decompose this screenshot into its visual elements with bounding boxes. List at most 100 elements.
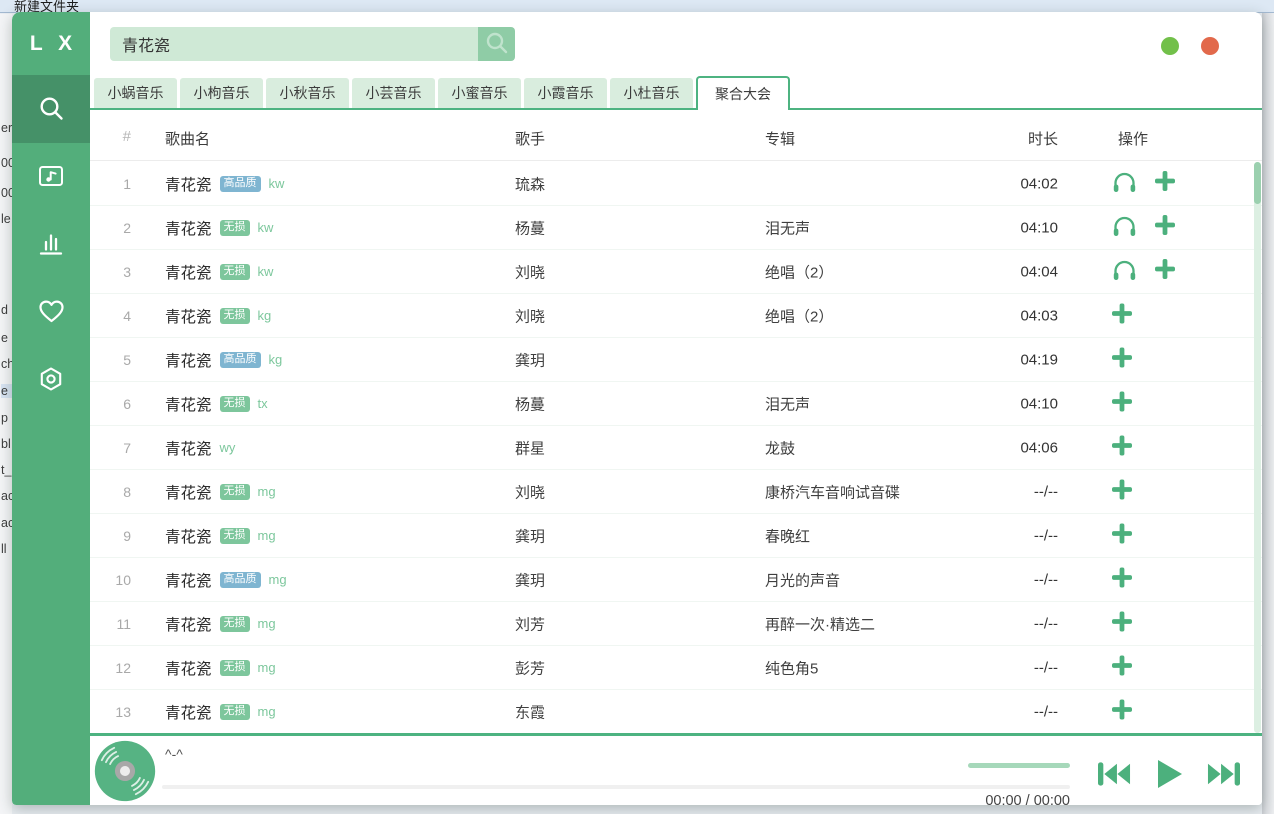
add-icon[interactable] — [1112, 699, 1132, 724]
row-number: 13 — [90, 704, 131, 720]
song-name-cell: 青花瓷 无损 mg — [165, 657, 276, 679]
sidebar-item-leaderboard[interactable] — [12, 210, 90, 278]
song-row[interactable]: 8 青花瓷 无损 mg 刘晓 康桥汽车音响试音碟 --/-- — [90, 470, 1262, 514]
actions-cell — [1112, 214, 1175, 242]
source-tab[interactable]: 小杜音乐 — [610, 78, 693, 108]
album-cell: 泪无声 — [765, 217, 810, 238]
source-tab[interactable]: 聚合大会 — [696, 76, 790, 110]
song-row[interactable]: 1 青花瓷 高品质 kw 琉森 04:02 — [90, 162, 1262, 206]
song-row[interactable]: 5 青花瓷 高品质 kg 龚玥 04:19 — [90, 338, 1262, 382]
listen-icon[interactable] — [1112, 170, 1137, 198]
song-name-cell: 青花瓷 高品质 kg — [165, 349, 282, 371]
next-button[interactable] — [1207, 760, 1240, 793]
background-text-fragment: 00 — [1, 156, 12, 170]
source-tag: mg — [258, 660, 276, 675]
background-text-fragment: bl — [1, 437, 11, 451]
album-cell: 泪无声 — [765, 393, 810, 414]
source-tag: mg — [269, 572, 287, 587]
add-icon[interactable] — [1112, 523, 1132, 548]
add-icon[interactable] — [1155, 215, 1175, 240]
play-button[interactable] — [1151, 756, 1187, 797]
add-icon[interactable] — [1112, 655, 1132, 680]
song-row[interactable]: 2 青花瓷 无损 kw 杨蔓 泪无声 04:10 — [90, 206, 1262, 250]
add-icon[interactable] — [1112, 391, 1132, 416]
volume-slider[interactable] — [968, 763, 1070, 768]
source-tag: kw — [258, 220, 274, 235]
singer-cell: 龚玥 — [515, 349, 545, 370]
sidebar-item-my-music[interactable] — [12, 143, 90, 211]
source-tab[interactable]: 小枸音乐 — [180, 78, 263, 108]
scrollbar-thumb[interactable] — [1254, 162, 1261, 204]
song-title: 青花瓷 — [165, 173, 212, 195]
song-row[interactable]: 7 青花瓷 wy 群星 龙鼓 04:06 — [90, 426, 1262, 470]
album-disc-icon[interactable] — [93, 739, 157, 805]
add-icon[interactable] — [1112, 479, 1132, 504]
source-tab[interactable]: 小芸音乐 — [352, 78, 435, 108]
song-row[interactable]: 3 青花瓷 无损 kw 刘晓 绝唱（2） 04:04 — [90, 250, 1262, 294]
background-right-edge — [1262, 13, 1274, 814]
album-cell: 纯色角5 — [765, 657, 818, 678]
song-row[interactable]: 10 青花瓷 高品质 mg 龚玥 月光的声音 --/-- — [90, 558, 1262, 602]
list-scrollbar[interactable] — [1254, 162, 1261, 733]
background-text-fragment: ch — [1, 357, 12, 371]
source-tab[interactable]: 小蜗音乐 — [94, 78, 177, 108]
singer-cell: 琉森 — [515, 173, 545, 194]
background-text-fragment: ll — [1, 542, 7, 556]
add-icon[interactable] — [1112, 347, 1132, 372]
previous-button[interactable] — [1098, 760, 1131, 793]
background-text-fragment: d — [1, 303, 8, 317]
song-title: 青花瓷 — [165, 481, 212, 503]
singer-cell: 杨蔓 — [515, 217, 545, 238]
sidebar-item-search[interactable] — [12, 75, 90, 143]
background-text-fragment: er — [1, 121, 12, 135]
background-text-strip: er0000ledechepblt_acacll — [0, 14, 12, 814]
singer-cell: 刘晓 — [515, 261, 545, 282]
actions-cell — [1112, 303, 1132, 328]
row-number: 9 — [90, 528, 131, 544]
song-row[interactable]: 4 青花瓷 无损 kg 刘晓 绝唱（2） 04:03 — [90, 294, 1262, 338]
sidebar: L X — [12, 12, 90, 805]
sidebar-item-settings[interactable] — [12, 345, 90, 413]
source-tab[interactable]: 小蜜音乐 — [438, 78, 521, 108]
song-name-cell: 青花瓷 无损 tx — [165, 393, 268, 415]
duration-cell: 04:03 — [958, 307, 1058, 324]
sidebar-item-favorites[interactable] — [12, 278, 90, 346]
playback-time: 00:00 / 00:00 — [950, 793, 1070, 805]
row-number: 7 — [90, 440, 131, 456]
add-icon[interactable] — [1155, 259, 1175, 284]
song-name-cell: 青花瓷 高品质 kw — [165, 173, 284, 195]
quality-badge: 无损 — [220, 484, 250, 500]
add-icon[interactable] — [1112, 567, 1132, 592]
add-icon[interactable] — [1112, 611, 1132, 636]
now-playing-title: ^-^ — [165, 746, 183, 762]
source-tab[interactable]: 小秋音乐 — [266, 78, 349, 108]
listen-icon[interactable] — [1112, 258, 1137, 286]
listen-icon[interactable] — [1112, 214, 1137, 242]
add-icon[interactable] — [1112, 303, 1132, 328]
song-row[interactable]: 11 青花瓷 无损 mg 刘芳 再醉一次·精选二 --/-- — [90, 602, 1262, 646]
search-button[interactable] — [478, 27, 515, 61]
song-row[interactable]: 9 青花瓷 无损 mg 龚玥 春晚红 --/-- — [90, 514, 1262, 558]
minimize-button[interactable] — [1161, 37, 1179, 55]
song-row[interactable]: 6 青花瓷 无损 tx 杨蔓 泪无声 04:10 — [90, 382, 1262, 426]
search-icon — [38, 95, 65, 122]
actions-cell — [1112, 567, 1132, 592]
add-icon[interactable] — [1155, 171, 1175, 196]
close-button[interactable] — [1201, 37, 1219, 55]
source-tab[interactable]: 小霞音乐 — [524, 78, 607, 108]
song-title: 青花瓷 — [165, 393, 212, 415]
song-title: 青花瓷 — [165, 261, 212, 283]
progress-bar[interactable] — [162, 785, 1070, 789]
song-row[interactable]: 12 青花瓷 无损 mg 彭芳 纯色角5 --/-- — [90, 646, 1262, 690]
actions-cell — [1112, 170, 1175, 198]
song-name-cell: 青花瓷 无损 kg — [165, 305, 271, 327]
quality-badge: 无损 — [220, 396, 250, 412]
song-row[interactable]: 13 青花瓷 无损 mg 东霞 --/-- — [90, 690, 1262, 733]
search-input[interactable] — [110, 27, 478, 61]
singer-cell: 东霞 — [515, 701, 545, 722]
main-content: 小蜗音乐小枸音乐小秋音乐小芸音乐小蜜音乐小霞音乐小杜音乐聚合大会 # 歌曲名 歌… — [90, 12, 1262, 805]
add-icon[interactable] — [1112, 435, 1132, 460]
row-number: 3 — [90, 264, 131, 280]
song-title: 青花瓷 — [165, 349, 212, 371]
quality-badge: 高品质 — [220, 352, 261, 368]
